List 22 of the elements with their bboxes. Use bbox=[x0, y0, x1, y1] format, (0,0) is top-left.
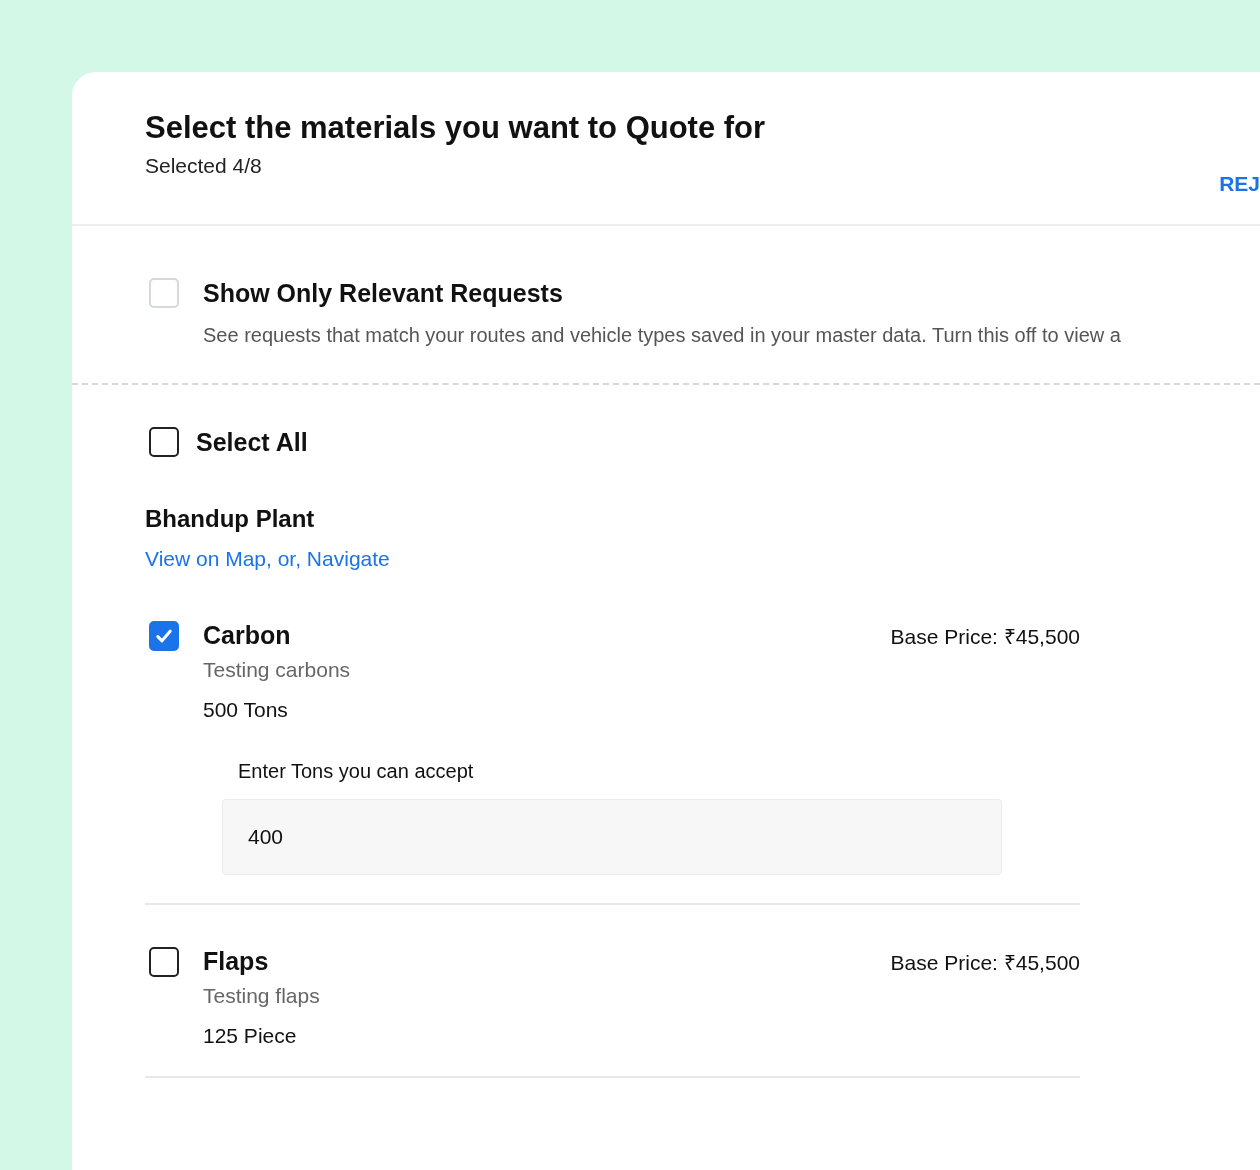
tons-input-label: Enter Tons you can accept bbox=[238, 760, 475, 783]
material-checkbox[interactable] bbox=[149, 621, 179, 651]
tons-input-field[interactable]: 400 bbox=[222, 799, 1002, 875]
relevant-checkbox[interactable] bbox=[149, 278, 179, 308]
base-price: Base Price: ₹45,500 bbox=[890, 624, 1080, 650]
plant-name: Bhandup Plant bbox=[145, 505, 316, 533]
filter-title: Show Only Relevant Requests bbox=[203, 278, 564, 308]
filter-description: See requests that match your routes and vehicle types saved in your master data. Turn this off to view a bbox=[203, 324, 1121, 347]
reject-link[interactable]: REJ bbox=[1219, 172, 1260, 196]
map-link[interactable]: View on Map, or, Navigate bbox=[145, 547, 1080, 571]
material-checkbox[interactable] bbox=[149, 947, 179, 977]
select-all-label: Select All bbox=[196, 427, 308, 457]
material-description: Testing carbons bbox=[203, 658, 352, 682]
selected-count: Selected 4/8 bbox=[145, 153, 263, 179]
material-description: Testing flaps bbox=[203, 984, 321, 1008]
material-name: Carbon bbox=[203, 621, 291, 650]
material-quantity: 500 Tons bbox=[203, 698, 289, 722]
material-name: Flaps bbox=[203, 947, 269, 976]
base-price: Base Price: ₹45,500 bbox=[890, 950, 1080, 976]
material-quantity: 125 Piece bbox=[203, 1024, 298, 1048]
select-all-checkbox[interactable] bbox=[149, 427, 179, 457]
page-title: Select the materials you want to Quote for bbox=[145, 109, 766, 147]
